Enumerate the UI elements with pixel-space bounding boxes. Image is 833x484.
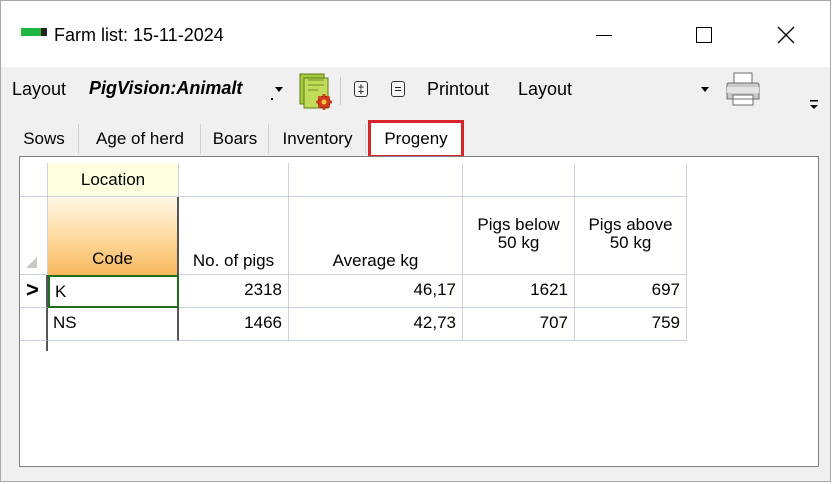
column-header-pigs-below-50kg[interactable]: Pigs below 50 kg (463, 197, 575, 275)
column-header-label: No. of pigs (192, 251, 275, 270)
toolbar-separator (340, 77, 341, 105)
printout-combobox[interactable]: Layout (510, 79, 714, 103)
cell-average-kg[interactable]: 42,73 (289, 308, 463, 341)
grid-divider (46, 341, 48, 351)
layout-settings-icon[interactable] (294, 70, 336, 112)
select-all-icon (26, 257, 37, 268)
header-empty (179, 163, 289, 197)
cell-code[interactable]: K (48, 275, 179, 308)
cell-pigs-above-50kg[interactable]: 759 (575, 308, 687, 341)
column-header-label-line2: 50 kg (497, 232, 540, 252)
tab-progeny[interactable]: Progeny (368, 120, 464, 158)
title-bar: Farm list: 15-11-2024 (1, 1, 830, 67)
header-empty (463, 163, 575, 197)
layout-label: Layout (12, 79, 67, 99)
layout-dot (271, 98, 273, 100)
column-header-label: Average kg (332, 251, 419, 270)
close-button[interactable] (761, 17, 811, 53)
tab-strip: Sows Age of herd Boars Inventory Progeny (10, 120, 825, 158)
cell-average-kg[interactable]: 46,17 (289, 275, 463, 308)
column-header-pigs-above-50kg[interactable]: Pigs above 50 kg (575, 197, 687, 275)
grid-corner[interactable] (20, 197, 48, 275)
printer-icon[interactable] (723, 71, 763, 109)
window-title: Farm list: 15-11-2024 (54, 25, 224, 45)
column-header-no-of-pigs[interactable]: No. of pigs (179, 197, 289, 275)
collapse-button[interactable]: = (391, 81, 405, 97)
toolbar-overflow-icon[interactable] (807, 97, 821, 113)
farm-list-window: Farm list: 15-11-2024 Layout PigVision:A… (0, 0, 831, 482)
toolbar: Layout PigVision:Animalt ‡ = Printout La… (1, 67, 830, 119)
grid-panel: Location Code No. of pigs Average kg Pig… (19, 156, 819, 467)
grid-corner-top (20, 163, 48, 197)
printout-dropdown-icon[interactable] (701, 87, 709, 92)
tab-age-of-herd[interactable]: Age of herd (80, 124, 201, 154)
row-header-current[interactable]: > (20, 275, 48, 308)
cell-pigs-below-50kg[interactable]: 707 (463, 308, 575, 341)
tab-boars[interactable]: Boars (202, 124, 269, 154)
row-header[interactable] (20, 308, 48, 341)
minimize-icon (596, 34, 612, 36)
maximize-button[interactable] (679, 17, 729, 53)
column-header-code[interactable]: Code (48, 197, 179, 275)
cell-pigs-below-50kg[interactable]: 1621 (463, 275, 575, 308)
column-header-label-line1: Pigs above (588, 214, 673, 234)
printout-label: Printout (427, 79, 490, 99)
column-header-label-line2: 50 kg (609, 232, 652, 252)
cell-no-of-pigs[interactable]: 1466 (179, 308, 289, 341)
expand-button[interactable]: ‡ (354, 81, 368, 97)
column-header-average-kg[interactable]: Average kg (289, 197, 463, 275)
location-group-header: Location (48, 163, 179, 197)
app-icon (21, 28, 47, 36)
header-empty (289, 163, 463, 197)
cell-no-of-pigs[interactable]: 2318 (179, 275, 289, 308)
tab-sows[interactable]: Sows (10, 124, 79, 154)
layout-dropdown-icon[interactable] (275, 87, 283, 92)
cell-code[interactable]: NS (48, 308, 179, 341)
column-header-label-line1: Pigs below (477, 214, 560, 234)
layout-combobox[interactable]: PigVision:Animalt (89, 78, 242, 99)
column-header-code-label: Code (92, 249, 133, 268)
current-row-marker: > (26, 277, 39, 302)
header-empty (575, 163, 687, 197)
cell-pigs-above-50kg[interactable]: 697 (575, 275, 687, 308)
minimize-button[interactable] (579, 17, 629, 53)
close-icon (777, 26, 795, 44)
tab-inventory[interactable]: Inventory (270, 124, 366, 154)
maximize-icon (696, 27, 712, 43)
